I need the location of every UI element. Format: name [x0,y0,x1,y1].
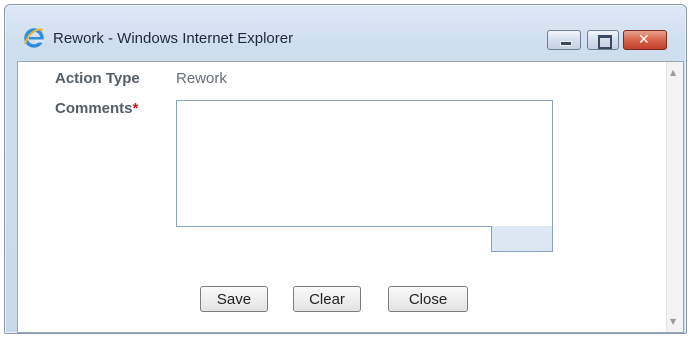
action-type-label: Action Type [55,70,140,87]
vertical-scrollbar[interactable]: ▲ ▼ [666,62,683,332]
minimize-button[interactable] [547,30,581,50]
page-content: Action Type Rework Comments* Save Clear … [17,61,684,333]
maximize-button[interactable] [587,30,619,50]
action-type-value: Rework [176,70,227,87]
close-button[interactable]: Close [388,286,468,312]
comments-label-text: Comments [55,100,133,117]
comments-textarea[interactable] [176,100,553,227]
textarea-resize-tab[interactable] [491,226,553,252]
scroll-up-icon[interactable]: ▲ [670,68,676,77]
title-bar[interactable]: Rework - Windows Internet Explorer [5,5,686,59]
clear-button[interactable]: Clear [293,286,361,312]
browser-window: Rework - Windows Internet Explorer Actio… [4,4,687,334]
window-title: Rework - Windows Internet Explorer [53,30,294,47]
comments-label: Comments* [55,100,138,117]
internet-explorer-icon [23,27,45,49]
window-close-button[interactable] [623,30,667,50]
save-button[interactable]: Save [200,286,268,312]
scroll-down-icon[interactable]: ▼ [670,317,676,326]
required-marker: * [132,100,139,117]
